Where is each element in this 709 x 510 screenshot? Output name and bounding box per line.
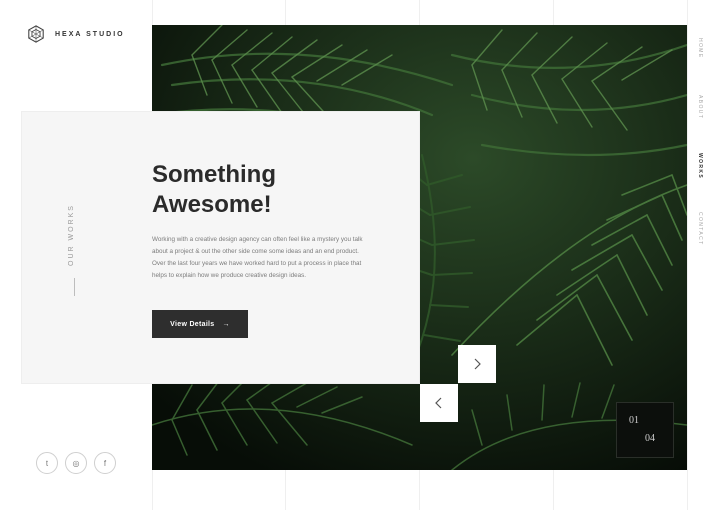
view-details-button[interactable]: View Details → bbox=[152, 310, 248, 338]
next-slide-button[interactable] bbox=[458, 345, 496, 383]
slide-counter: 01 04 bbox=[616, 402, 674, 458]
twitter-icon[interactable]: t bbox=[36, 452, 58, 474]
chevron-left-icon bbox=[435, 397, 442, 409]
hexagon-logo-icon bbox=[28, 25, 44, 43]
view-details-label: View Details bbox=[170, 320, 215, 328]
title-line-2: Awesome! bbox=[152, 191, 272, 218]
current-slide-number: 01 bbox=[629, 415, 639, 426]
total-slides-number: 04 bbox=[645, 433, 655, 444]
section-label: OUR WORKS bbox=[68, 204, 75, 266]
title-line-1: Something bbox=[152, 161, 276, 188]
nav-item-works[interactable]: WORKS bbox=[691, 153, 703, 179]
chevron-right-icon bbox=[474, 358, 481, 370]
page-title: Something Awesome! bbox=[152, 160, 392, 220]
logo[interactable]: HEXA STUDIO bbox=[27, 25, 125, 43]
vertical-nav: HOME ABOUT WORKS CONTACT bbox=[687, 0, 709, 510]
arrow-right-icon: → bbox=[222, 320, 230, 328]
nav-item-about[interactable]: ABOUT bbox=[691, 95, 703, 119]
nav-item-contact[interactable]: CONTACT bbox=[691, 212, 703, 246]
section-divider bbox=[74, 278, 75, 296]
brand-name: HEXA STUDIO bbox=[55, 30, 125, 38]
previous-slide-button[interactable] bbox=[420, 384, 458, 422]
instagram-icon[interactable]: ◎ bbox=[65, 452, 87, 474]
facebook-icon[interactable]: f bbox=[94, 452, 116, 474]
description-text: Working with a creative design agency ca… bbox=[152, 236, 363, 279]
nav-item-home[interactable]: HOME bbox=[691, 38, 703, 59]
